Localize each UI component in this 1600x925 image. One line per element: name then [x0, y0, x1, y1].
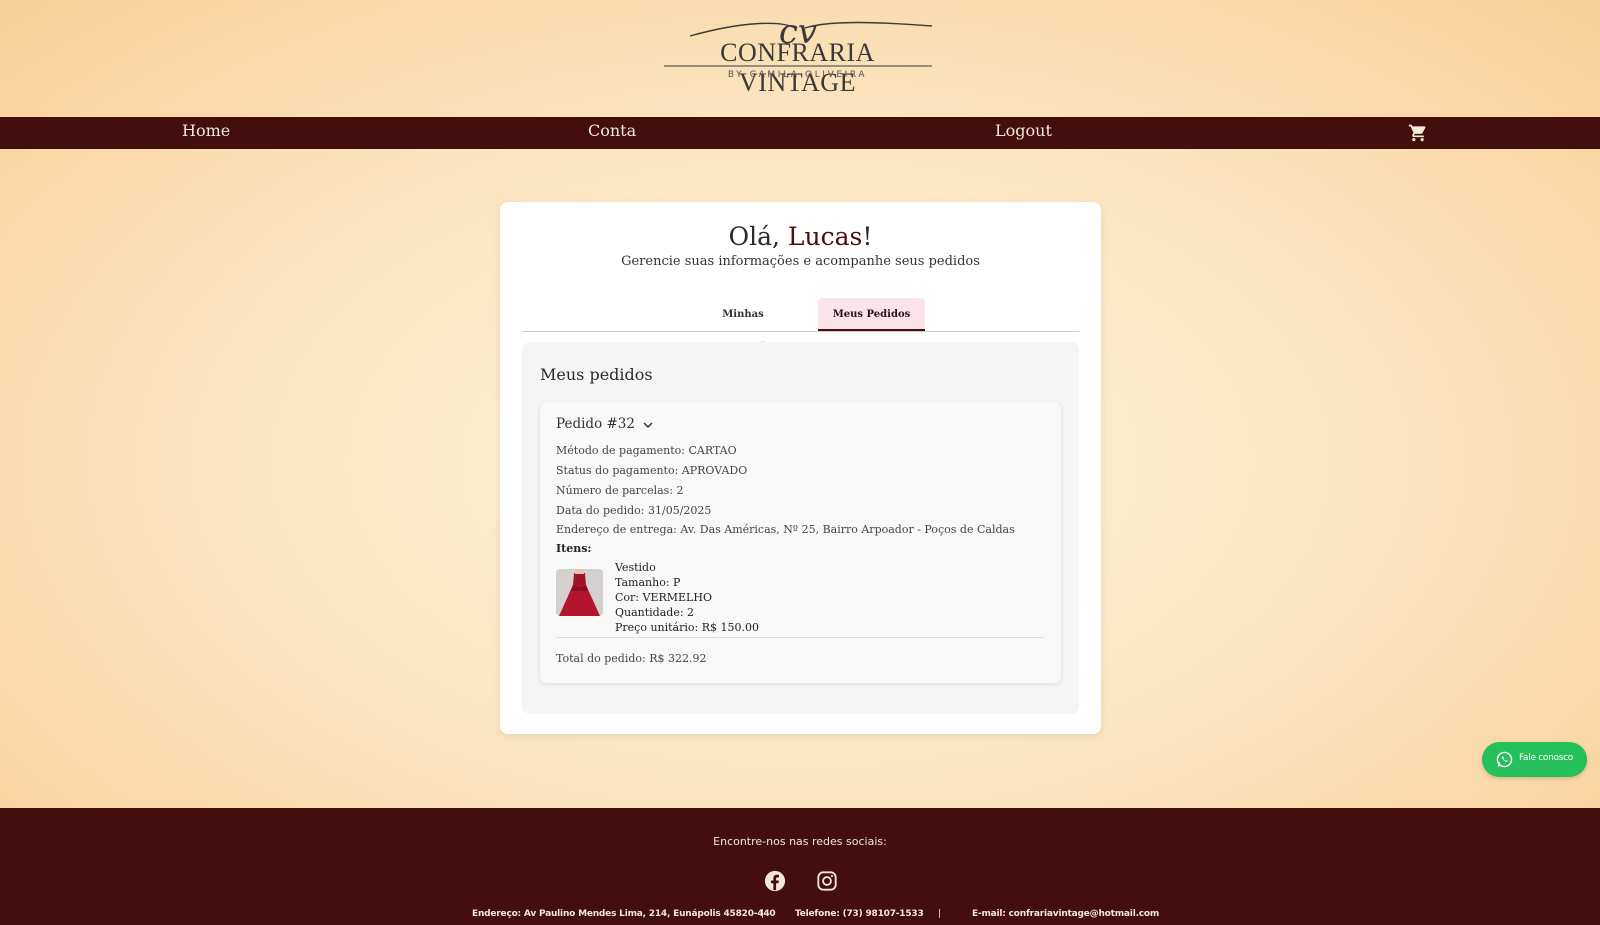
- order-card: Pedido #32 Método de pagamento: CARTAO S…: [540, 402, 1061, 683]
- item-color: Cor: VERMELHO: [615, 591, 712, 604]
- footer-social-title: Encontre-nos nas redes sociais:: [713, 835, 887, 848]
- order-items-label: Itens:: [556, 542, 592, 555]
- product-image-dress: [556, 569, 603, 616]
- site-footer: Encontre-nos nas redes sociais: Endereço…: [0, 808, 1600, 925]
- nav-account[interactable]: Conta: [588, 121, 636, 140]
- order-address: Endereço de entrega: Av. Das Américas, N…: [556, 523, 1015, 536]
- logo-tagline: BY CAMILA OLIVEIRA: [727, 70, 868, 80]
- profile-subtitle: Gerencie suas informações e acompanhe se…: [621, 254, 980, 269]
- order-divider: [556, 637, 1044, 638]
- footer-address: Endereço: Av Paulino Mendes Lima, 214, E…: [472, 909, 776, 919]
- main-navbar: Home Conta Logout: [0, 117, 1600, 149]
- order-payment-status: Status do pagamento: APROVADO: [556, 464, 748, 477]
- tab-my-orders[interactable]: Meus Pedidos: [818, 298, 925, 331]
- greeting-heading: Olá, Lucas!: [500, 222, 1101, 251]
- footer-separator: |: [761, 909, 765, 919]
- nav-logout[interactable]: Logout: [995, 121, 1052, 140]
- profile-tabs: Minhas Informações Meus Pedidos: [522, 298, 1079, 353]
- logo-wordmark: CONFRARIA VINTAGE: [720, 38, 875, 97]
- order-header-toggle[interactable]: Pedido #32: [556, 416, 654, 432]
- instagram-icon[interactable]: [816, 870, 838, 892]
- chevron-down-icon: [643, 421, 653, 428]
- order-date: Data do pedido: 31/05/2025: [556, 504, 712, 517]
- footer-phone: Telefone: (73) 98107-1533: [795, 909, 924, 919]
- greeting-prefix: Olá,: [728, 222, 788, 251]
- profile-card: Olá, Lucas! Gerencie suas informações e …: [500, 202, 1101, 734]
- order-installments: Número de parcelas: 2: [556, 484, 684, 497]
- user-name: Lucas: [787, 222, 863, 251]
- whatsapp-contact-button[interactable]: Fale conosco: [1482, 742, 1587, 777]
- order-payment-method: Método de pagamento: CARTAO: [556, 444, 737, 457]
- brand-logo[interactable]: cv CONFRARIA VINTAGE BY CAMILA OLIVEIRA: [660, 12, 935, 97]
- orders-title: Meus pedidos: [540, 365, 653, 384]
- footer-email[interactable]: E-mail: confrariavintage@hotmail.com: [972, 909, 1159, 919]
- order-total: Total do pedido: R$ 322.92: [556, 652, 707, 665]
- item-unit-price: Preço unitário: R$ 150.00: [615, 621, 759, 634]
- orders-panel: Meus pedidos Pedido #32 Método de pagame…: [522, 342, 1079, 714]
- whatsapp-label: Fale conosco: [1519, 753, 1573, 763]
- footer-separator: |: [938, 909, 942, 919]
- item-name: Vestido: [615, 561, 656, 574]
- greeting-suffix: !: [862, 222, 873, 251]
- whatsapp-icon: [1496, 751, 1513, 768]
- order-number: Pedido #32: [556, 416, 635, 432]
- tab-my-info[interactable]: Minhas Informações: [688, 298, 798, 353]
- item-quantity: Quantidade: 2: [615, 606, 695, 619]
- nav-home[interactable]: Home: [182, 121, 230, 140]
- facebook-icon[interactable]: [764, 870, 786, 892]
- item-size: Tamanho: P: [615, 576, 681, 589]
- site-header: cv CONFRARIA VINTAGE BY CAMILA OLIVEIRA: [0, 0, 1600, 117]
- cart-icon[interactable]: [1408, 123, 1428, 143]
